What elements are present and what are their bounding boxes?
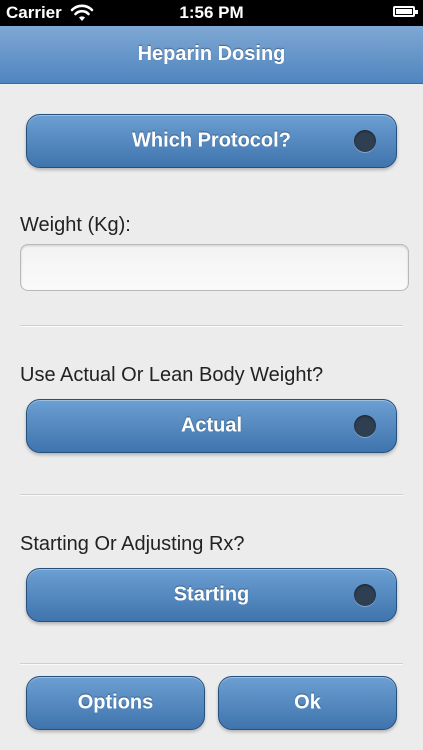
divider <box>20 325 403 327</box>
radio-indicator-icon <box>354 130 376 152</box>
radio-indicator-icon <box>354 415 376 437</box>
radio-indicator-icon <box>354 584 376 606</box>
protocol-button[interactable]: Which Protocol? <box>26 114 397 168</box>
nav-header: Heparin Dosing <box>0 26 423 84</box>
weight-input[interactable] <box>20 244 409 291</box>
body-weight-selector[interactable]: Actual <box>26 399 397 453</box>
status-bar: Carrier 1:56 PM <box>0 0 423 26</box>
body-weight-question: Use Actual Or Lean Body Weight? <box>20 364 324 386</box>
battery-icon <box>393 6 418 17</box>
page-title: Heparin Dosing <box>137 43 286 65</box>
status-time: 1:56 PM <box>179 3 244 22</box>
ok-button-label: Ok <box>294 691 321 714</box>
options-button[interactable]: Options <box>26 676 205 730</box>
divider <box>20 663 403 665</box>
rx-question: Starting Or Adjusting Rx? <box>20 533 245 555</box>
protocol-button-label: Which Protocol? <box>132 129 291 152</box>
divider <box>20 494 403 496</box>
body-weight-value: Actual <box>180 414 243 437</box>
options-button-label: Options <box>77 691 154 714</box>
ok-button[interactable]: Ok <box>218 676 397 730</box>
rx-value: Starting <box>173 583 250 606</box>
rx-selector[interactable]: Starting <box>26 568 397 622</box>
weight-label: Weight (Kg): <box>20 214 131 236</box>
